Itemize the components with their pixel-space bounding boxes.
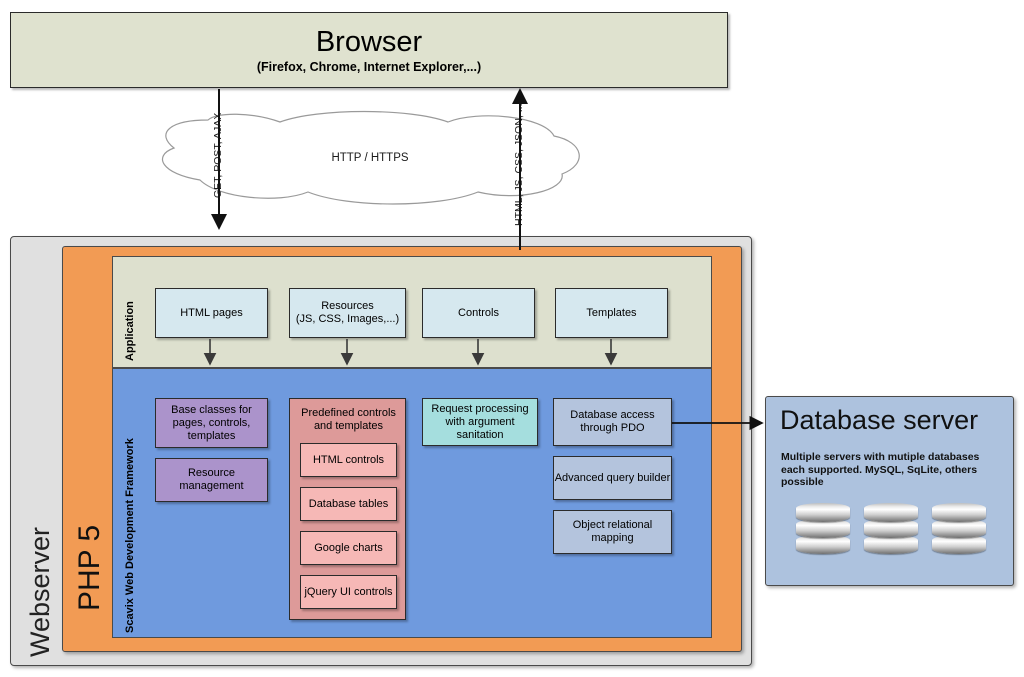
database-server-title: Database server: [780, 405, 979, 435]
database-disc: [796, 503, 850, 522]
database-cylinder-icon: [864, 503, 918, 559]
framework-item-resource-management[interactable]: Resource management: [155, 458, 268, 502]
application-layer-label: Application: [124, 301, 136, 361]
app-item-html-pages[interactable]: HTML pages: [155, 288, 268, 338]
cloud-protocol-label: HTTP / HTTPS: [331, 152, 409, 164]
framework-item-label: Advanced query builder: [554, 471, 671, 484]
framework-group-title: Predefined controls and templates: [294, 407, 403, 433]
app-item-templates[interactable]: Templates: [555, 288, 668, 338]
framework-item-label: Request processing: [431, 402, 529, 415]
framework-item-query-builder[interactable]: Advanced query builder: [553, 456, 672, 500]
app-item-label: Resources: [321, 300, 374, 312]
predefined-item-label: Google charts: [314, 542, 383, 554]
database-server-box: Database server Multiple servers with mu…: [765, 396, 1014, 586]
webserver-label: Webserver: [25, 526, 55, 657]
predefined-item-html-controls[interactable]: HTML controls: [300, 443, 397, 477]
browser-title: Browser: [315, 25, 423, 58]
framework-group-predefined-controls: Predefined controls and templates HTML c…: [289, 398, 406, 620]
framework-item-database-access[interactable]: Database access through PDO: [553, 398, 672, 446]
database-cylinder-icon: [796, 503, 850, 559]
framework-layer-label: Scavix Web Development Framework: [124, 438, 136, 633]
database-disc: [864, 503, 918, 522]
framework-item-label: Database access: [570, 409, 655, 421]
framework-item-label: Base classes for: [171, 403, 252, 416]
predefined-item-label: HTML controls: [312, 454, 385, 466]
app-item-label: HTML pages: [180, 306, 243, 319]
framework-item-sublabel: pages, controls, templates: [172, 416, 251, 442]
database-server-description: Multiple servers with mutiple databases …: [781, 451, 980, 488]
framework-group-title-line2: and templates: [313, 420, 384, 432]
database-cylinders: [796, 503, 986, 559]
database-disc: [932, 503, 986, 522]
framework-item-orm[interactable]: Object relational mapping: [553, 510, 672, 554]
browser-box: Browser (Firefox, Chrome, Internet Explo…: [10, 12, 728, 88]
predefined-item-label: Database tables: [308, 498, 389, 510]
app-item-resources[interactable]: Resources (JS, CSS, Images,...): [289, 288, 406, 338]
framework-item-request-processing[interactable]: Request processing with argument sanitat…: [422, 398, 538, 446]
framework-item-base-classes[interactable]: Base classes for pages, controls, templa…: [155, 398, 268, 448]
framework-group-title-line1: Predefined controls: [301, 407, 396, 419]
app-item-controls[interactable]: Controls: [422, 288, 535, 338]
response-protocol-label: HTML, JS, CSS, JSON, ...: [513, 103, 525, 226]
predefined-item-database-tables[interactable]: Database tables: [300, 487, 397, 521]
browser-subtitle: (Firefox, Chrome, Internet Explorer,...): [256, 59, 482, 74]
predefined-item-label: jQuery UI controls: [304, 586, 393, 598]
app-item-label: Templates: [586, 306, 637, 319]
php-label: PHP 5: [73, 524, 106, 611]
database-cylinder-icon: [932, 503, 986, 559]
request-protocol-label: GET, POST, AJAX: [212, 112, 224, 198]
framework-item-label: Resource management: [179, 467, 244, 492]
framework-item-sublabel: with argument sanitation: [445, 415, 515, 441]
framework-item-label: Object relational mapping: [572, 519, 653, 544]
app-item-label: Controls: [458, 306, 499, 319]
app-item-sublabel: (JS, CSS, Images,...): [295, 313, 400, 325]
predefined-item-jquery-ui-controls[interactable]: jQuery UI controls: [300, 575, 397, 609]
predefined-item-google-charts[interactable]: Google charts: [300, 531, 397, 565]
framework-item-sublabel: through PDO: [580, 422, 645, 434]
